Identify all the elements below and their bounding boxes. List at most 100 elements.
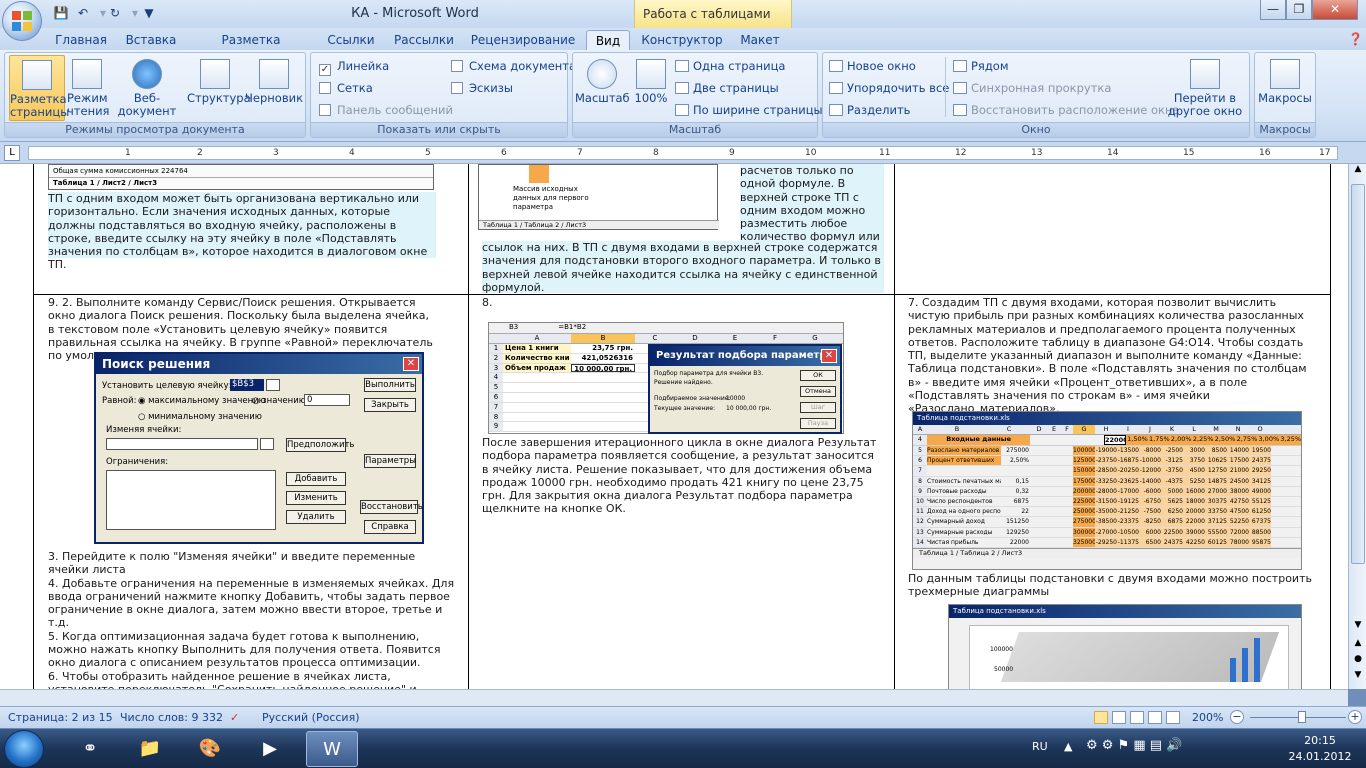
tab-references[interactable]: Ссылки bbox=[322, 30, 380, 50]
undo-icon[interactable]: ↶ bbox=[74, 5, 92, 21]
word-count[interactable]: Число слов: 9 332 bbox=[120, 707, 223, 728]
tab-home[interactable]: Главная bbox=[50, 30, 112, 50]
paint-icon[interactable]: 🎨 bbox=[184, 731, 236, 767]
horizontal-scrollbar[interactable] bbox=[0, 689, 1348, 706]
word-taskbar-icon[interactable]: W bbox=[306, 731, 358, 767]
thumbnails-checkbox[interactable]: Эскизы bbox=[451, 79, 513, 97]
media-player-icon[interactable]: ▶ bbox=[244, 731, 296, 767]
message-bar-checkbox[interactable]: Панель сообщений bbox=[319, 101, 453, 119]
ref-picker-icon[interactable] bbox=[266, 379, 280, 391]
constraints-list[interactable] bbox=[106, 470, 276, 530]
tab-design[interactable]: Конструктор bbox=[640, 30, 724, 50]
language-indicator[interactable]: Русский (Россия) bbox=[262, 707, 360, 728]
delete-button[interactable]: Удалить bbox=[286, 510, 346, 524]
outline-view-icon[interactable] bbox=[1148, 711, 1162, 724]
ie-icon[interactable]: ⚭ bbox=[64, 731, 116, 767]
cancel-button[interactable]: Отмена bbox=[800, 386, 836, 397]
input-language[interactable]: RU bbox=[1032, 740, 1048, 753]
pause-button[interactable]: Пауза bbox=[800, 418, 836, 429]
change-button[interactable]: Изменить bbox=[286, 491, 346, 505]
tray-expand-icon[interactable]: ▲ bbox=[1064, 740, 1072, 753]
max-radio[interactable]: ◉ максимальному значению bbox=[138, 396, 266, 406]
tab-page-layout[interactable]: Разметка страницы bbox=[190, 30, 312, 67]
min-radio[interactable]: ○ минимальному значению bbox=[138, 412, 262, 422]
zoom-in-icon[interactable]: + bbox=[1348, 710, 1362, 724]
zoom-level[interactable]: 200% bbox=[1192, 707, 1223, 728]
target-cell-input[interactable]: $B$3 bbox=[230, 379, 264, 391]
restore-button[interactable]: Восстановить bbox=[360, 500, 423, 514]
tab-mailings[interactable]: Рассылки bbox=[390, 30, 458, 50]
draft-view-icon[interactable] bbox=[1166, 711, 1180, 724]
tab-layout[interactable]: Макет bbox=[734, 30, 786, 50]
clock-date[interactable]: 24.01.2012 bbox=[1282, 750, 1358, 763]
changing-cells-input[interactable] bbox=[106, 438, 258, 450]
prev-page-icon[interactable]: ▲ bbox=[1351, 638, 1365, 648]
restore-button[interactable]: ❐ bbox=[1286, 0, 1312, 20]
tab-review[interactable]: Рецензирование bbox=[468, 30, 578, 50]
minimize-button[interactable]: — bbox=[1260, 0, 1286, 20]
ref-picker-icon[interactable] bbox=[260, 438, 274, 450]
ruler-checkbox[interactable]: ✓ Линейка bbox=[319, 57, 389, 76]
zoom-slider-thumb[interactable] bbox=[1298, 711, 1306, 723]
scroll-down-icon[interactable]: ▼ bbox=[1351, 620, 1365, 630]
print-layout-view-icon[interactable] bbox=[1094, 711, 1108, 724]
macros-button[interactable]: Макросы bbox=[1257, 55, 1313, 121]
web-view-icon[interactable] bbox=[1130, 711, 1144, 724]
close-button[interactable]: Закрыть bbox=[364, 398, 416, 412]
office-button[interactable] bbox=[2, 1, 42, 41]
tab-insert[interactable]: Вставка bbox=[120, 30, 182, 50]
zoom-100-button[interactable]: 100% bbox=[631, 55, 671, 121]
sync-scroll-button[interactable]: Синхронная прокрутка bbox=[953, 79, 1111, 97]
page-counter[interactable]: Страница: 2 из 15 bbox=[8, 707, 113, 728]
start-button[interactable] bbox=[4, 730, 44, 768]
tab-selector[interactable]: L bbox=[4, 145, 20, 161]
outline-button[interactable]: Структура bbox=[187, 55, 251, 121]
reading-mode-button[interactable]: Режим чтения bbox=[67, 55, 109, 121]
reset-position-button[interactable]: Восстановить расположение окна bbox=[953, 101, 1180, 119]
print-layout-button[interactable]: Разметка страницы bbox=[9, 55, 69, 121]
switch-windows-button[interactable]: Перейти в другое окно bbox=[1163, 55, 1247, 121]
one-page-button[interactable]: Одна страница bbox=[675, 57, 785, 75]
proofing-icon[interactable]: ✓ bbox=[230, 707, 239, 728]
explorer-icon[interactable]: 📁 bbox=[124, 731, 176, 767]
customize-qat-icon[interactable]: ▼ bbox=[140, 5, 158, 21]
scroll-up-icon[interactable]: ▲ bbox=[1351, 164, 1365, 178]
next-page-icon[interactable]: ▼ bbox=[1351, 670, 1365, 680]
help-button[interactable]: Справка bbox=[364, 520, 416, 534]
grid-checkbox[interactable]: Сетка bbox=[319, 79, 373, 97]
add-button[interactable]: Добавить bbox=[286, 472, 346, 486]
redo-icon[interactable]: ↻ bbox=[106, 5, 124, 21]
ok-button[interactable]: ОК bbox=[800, 370, 836, 381]
split-button[interactable]: Разделить bbox=[829, 101, 910, 119]
draft-button[interactable]: Черновик bbox=[245, 55, 303, 121]
browse-object-icon[interactable]: ● bbox=[1351, 654, 1365, 664]
close-icon[interactable]: ✕ bbox=[403, 357, 419, 371]
guess-button[interactable]: Предположить bbox=[286, 438, 354, 452]
step-button[interactable]: Шаг bbox=[800, 402, 836, 413]
new-window-button[interactable]: Новое окно bbox=[829, 57, 916, 75]
value-input[interactable]: 0 bbox=[304, 394, 350, 406]
web-layout-button[interactable]: Веб-документ bbox=[109, 55, 185, 121]
document-area[interactable]: Общая сумма комиссионных 224764 Таблица … bbox=[0, 164, 1348, 689]
tab-view[interactable]: Вид bbox=[586, 30, 630, 50]
side-by-side-button[interactable]: Рядом bbox=[953, 57, 1009, 75]
value-radio[interactable]: ○ значению: bbox=[252, 396, 309, 406]
arrange-all-button[interactable]: Упорядочить все bbox=[829, 79, 949, 97]
scroll-thumb[interactable] bbox=[1351, 184, 1365, 564]
zoom-out-icon[interactable]: − bbox=[1230, 710, 1244, 724]
two-pages-button[interactable]: Две страницы bbox=[675, 79, 779, 97]
save-icon[interactable]: 💾 bbox=[52, 5, 70, 21]
help-icon[interactable]: ❓ bbox=[1348, 32, 1363, 46]
options-button[interactable]: Параметры bbox=[364, 454, 416, 468]
run-button[interactable]: Выполнить bbox=[364, 378, 416, 392]
page-width-button[interactable]: По ширине страницы bbox=[675, 101, 823, 119]
doc-map-checkbox[interactable]: Схема документа bbox=[451, 57, 576, 75]
reading-view-icon[interactable] bbox=[1112, 711, 1126, 724]
zoom-button[interactable]: Масштаб bbox=[575, 55, 630, 121]
close-icon[interactable]: ✕ bbox=[821, 349, 837, 363]
close-button[interactable]: ✕ bbox=[1312, 0, 1358, 20]
tray-icons[interactable]: ⚙ ⚙ ⚑ ▦ ▤ 🔊 bbox=[1086, 738, 1182, 753]
vertical-scrollbar[interactable]: ▲ ▼ ▲ ● ▼ bbox=[1348, 164, 1366, 689]
clock-time[interactable]: 20:15 bbox=[1290, 734, 1350, 747]
horizontal-ruler[interactable]: 1 2 3 4 5 6 7 8 9 10 11 12 13 14 15 16 17 bbox=[28, 146, 1338, 160]
